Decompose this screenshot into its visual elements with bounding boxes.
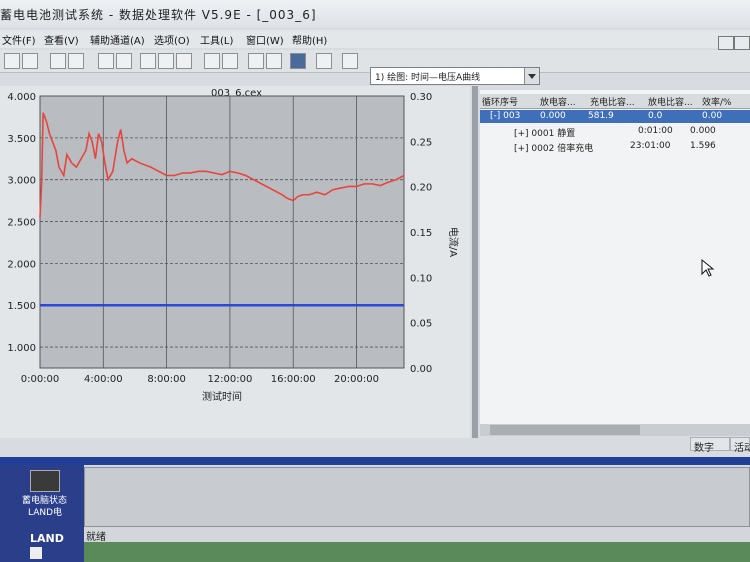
title-bar: 蓄电电池测试系统 - 数据处理软件 V5.9E - [_003_6] <box>0 0 750 28</box>
list-alt-icon[interactable] <box>266 53 282 69</box>
y-right-tick-label: 0.20 <box>410 183 432 194</box>
y-left-tick-label: 3.000 <box>7 176 36 187</box>
grid-column-header[interactable]: 放电比容... <box>648 95 693 108</box>
table-icon[interactable] <box>204 53 220 69</box>
forward-arrow-icon[interactable] <box>22 53 38 69</box>
table-row[interactable]: [+] 0002 倍率充电 23:01:00 1.596 <box>480 140 750 154</box>
grid-column-header[interactable]: 循环序号 <box>482 95 518 108</box>
y-right-tick-label: 0.00 <box>410 364 432 375</box>
dock-label-2: LAND电 <box>28 508 63 518</box>
desktop-dock: 蓄电脑状态 LAND电 LAND <box>0 465 84 562</box>
y-right-tick-label: 0.30 <box>410 92 432 103</box>
mouse-cursor-icon <box>701 258 715 277</box>
y-left-tick-label: 1.000 <box>7 343 36 354</box>
app-shortcut-icon[interactable] <box>30 470 60 492</box>
status-ready: 就绪 <box>86 532 106 543</box>
grid-header: 循环序号 放电容... 充电比容... 放电比容... 效率/% <box>480 94 750 109</box>
list-icon[interactable] <box>248 53 264 69</box>
y-right-tick-label: 0.05 <box>410 319 432 330</box>
table-alt-icon[interactable] <box>222 53 238 69</box>
minimize-button[interactable] <box>718 36 734 50</box>
taskbar-strip <box>84 542 750 562</box>
dock-label-3: LAND <box>30 532 64 545</box>
menu-item-5[interactable]: 窗口(W) <box>246 32 284 47</box>
table-cell: 0.00 <box>702 111 723 121</box>
x-tick-label: 20:00:00 <box>334 374 379 385</box>
x-tick-label: 12:00:00 <box>207 374 252 385</box>
menu-item-2[interactable]: 辅助通道(A) <box>90 32 145 47</box>
table-cell: 0:01:00 <box>638 126 673 136</box>
window-title: 蓄电电池测试系统 - 数据处理软件 V5.9E - [_003_6] <box>0 8 317 22</box>
y-left-tick-label: 1.500 <box>7 301 36 312</box>
menu-item-4[interactable]: 工具(L) <box>200 32 233 47</box>
table-cell: 1.596 <box>690 141 716 151</box>
menu-item-1[interactable]: 查看(V) <box>44 32 79 47</box>
shortcut-arrow-icon <box>30 547 42 559</box>
table-cell: 0.000 <box>540 111 566 121</box>
y-right-tick-label: 0.25 <box>410 137 432 148</box>
zoom-icon[interactable] <box>50 53 66 69</box>
y-right-axis-label: 电流/A <box>447 227 460 257</box>
plot-area <box>39 95 405 369</box>
fit-all-icon[interactable] <box>176 53 192 69</box>
menu-bar: 文件(F) 查看(V) 辅助通道(A) 选项(O) 工具(L) 窗口(W) 帮助(H) <box>0 30 750 48</box>
x-axis-label: 测试时间 <box>202 390 242 403</box>
edit-icon[interactable] <box>316 53 332 69</box>
plot-type-value: 1) 绘图: 时间—电压A曲线 <box>375 73 481 83</box>
grid-column-header[interactable]: 效率/% <box>702 95 732 108</box>
splitter[interactable] <box>472 86 478 438</box>
cursor-left-icon[interactable] <box>98 53 114 69</box>
voltage-chart[interactable]: 0:00:00 4:00:00 8:00:00 12:00:00 16:00:00 20:… <box>0 92 470 432</box>
window-border <box>0 457 750 465</box>
log-panel <box>84 467 750 527</box>
back-arrow-icon[interactable] <box>4 53 20 69</box>
fit-height-icon[interactable] <box>158 53 174 69</box>
y-right-tick-label: 0.10 <box>410 273 432 284</box>
menu-item-6[interactable]: 帮助(H) <box>292 32 327 47</box>
table-row[interactable]: [+] 0001 静置 0:01:00 0.000 <box>480 125 750 139</box>
maximize-button[interactable] <box>734 36 750 50</box>
table-cell: 0.000 <box>690 126 716 136</box>
grid-column-header[interactable]: 放电容... <box>540 95 576 108</box>
menu-item-3[interactable]: 选项(O) <box>154 32 190 47</box>
table-cell: 581.9 <box>588 111 614 121</box>
y-right-tick-label: 0.15 <box>410 228 432 239</box>
x-tick-label: 8:00:00 <box>147 374 186 385</box>
y-left-tick-label: 2.500 <box>7 218 36 229</box>
y-left-tick-label: 2.000 <box>7 259 36 270</box>
table-cell: 0.0 <box>648 111 663 121</box>
chevron-down-icon[interactable] <box>524 68 539 84</box>
table-row[interactable]: [-] 003 0.000 581.9 0.0 0.00 <box>480 110 750 123</box>
y-left-tick-label: 3.500 <box>7 134 36 145</box>
y-left-tick-label: 4.000 <box>7 92 36 103</box>
table-cell: [-] 003 <box>490 111 521 121</box>
menu-item-0[interactable]: 文件(F) <box>2 32 36 47</box>
zoom-out-icon[interactable] <box>68 53 84 69</box>
grid-column-header[interactable]: 充电比容... <box>590 95 635 108</box>
horizontal-scrollbar[interactable] <box>480 424 750 436</box>
status-extra: 活动 <box>730 437 750 454</box>
table-cell: [+] 0001 静置 <box>514 129 576 139</box>
table-cell: [+] 0002 倍率充电 <box>514 144 594 154</box>
status-num: 数字 <box>690 437 730 454</box>
plot-type-select[interactable]: 1) 绘图: 时间—电压A曲线 <box>370 67 540 85</box>
x-tick-label: 16:00:00 <box>271 374 316 385</box>
fit-width-icon[interactable] <box>140 53 156 69</box>
cursor-right-icon[interactable] <box>116 53 132 69</box>
x-tick-label: 0:00:00 <box>21 374 60 385</box>
help-icon[interactable] <box>342 53 358 69</box>
table-cell: 23:01:00 <box>630 141 671 151</box>
scrollbar-thumb[interactable] <box>490 425 640 435</box>
save-icon[interactable] <box>290 53 306 69</box>
x-tick-label: 4:00:00 <box>84 374 123 385</box>
